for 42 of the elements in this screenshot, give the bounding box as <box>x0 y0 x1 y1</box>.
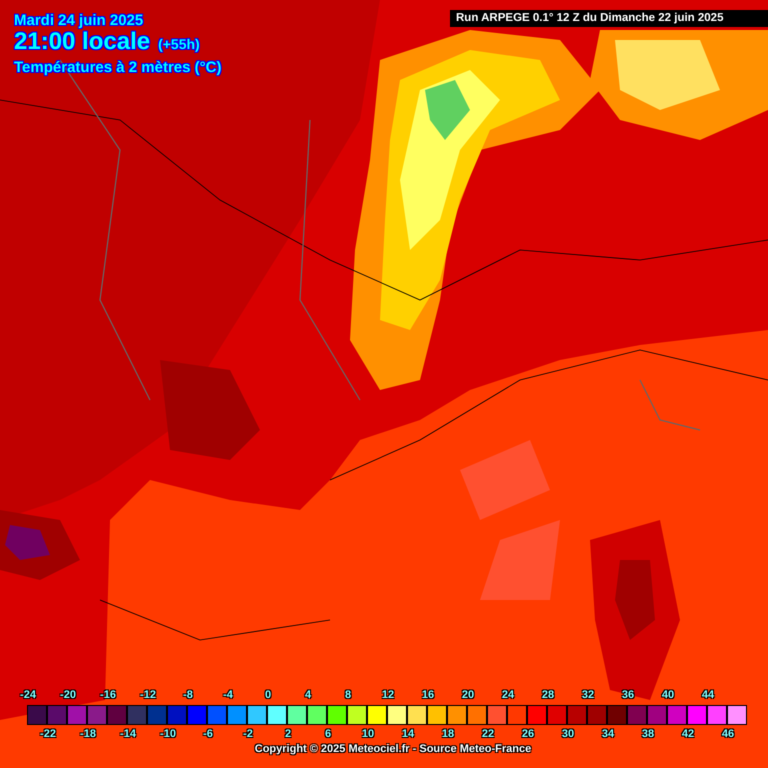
scale-label: -18 <box>79 728 97 740</box>
scale-label: 38 <box>640 728 656 740</box>
scale-label: 46 <box>720 728 736 740</box>
forecast-time: 21:00 locale <box>14 29 150 55</box>
scale-label: -10 <box>159 728 177 740</box>
scale-label: 42 <box>680 728 696 740</box>
lead-time: (+55h) <box>158 36 200 52</box>
scale-label: 6 <box>324 728 332 740</box>
scale-label: 34 <box>600 728 616 740</box>
scale-label: -22 <box>39 728 57 740</box>
scale-label: -2 <box>242 728 254 740</box>
scale-label: 30 <box>560 728 576 740</box>
scale-label: 4 <box>304 689 312 701</box>
scale-label: -14 <box>119 728 137 740</box>
scale-label: 16 <box>420 689 436 701</box>
scale-label: 12 <box>380 689 396 701</box>
scale-label: 0 <box>264 689 272 701</box>
scale-label: 24 <box>500 689 516 701</box>
copyright-text: Copyright © 2025 Meteociel.fr - Source Meteo-France <box>254 743 532 755</box>
scale-label: -24 <box>19 689 37 701</box>
scale-label: 18 <box>440 728 456 740</box>
scale-label: 20 <box>460 689 476 701</box>
scale-label: 32 <box>580 689 596 701</box>
scale-label: 10 <box>360 728 376 740</box>
scale-label: -4 <box>222 689 234 701</box>
forecast-date: Mardi 24 juin 2025 <box>14 12 144 29</box>
scale-label: 2 <box>284 728 292 740</box>
scale-label: 14 <box>400 728 416 740</box>
scale-label: -16 <box>99 689 117 701</box>
scale-label: 36 <box>620 689 636 701</box>
scale-label: -20 <box>59 689 77 701</box>
scale-label: 40 <box>660 689 676 701</box>
scale-label: 8 <box>344 689 352 701</box>
scale-label: 28 <box>540 689 556 701</box>
scale-label: -12 <box>139 689 157 701</box>
field-title: Températures à 2 mètres (°C) <box>14 59 222 76</box>
run-banner: Run ARPEGE 0.1° 12 Z du Dimanche 22 juin 2025 <box>450 10 768 27</box>
scale-label: 26 <box>520 728 536 740</box>
scale-label: 44 <box>700 689 716 701</box>
scale-label: 22 <box>480 728 496 740</box>
scale-label: -8 <box>182 689 194 701</box>
scale-label: -6 <box>202 728 214 740</box>
